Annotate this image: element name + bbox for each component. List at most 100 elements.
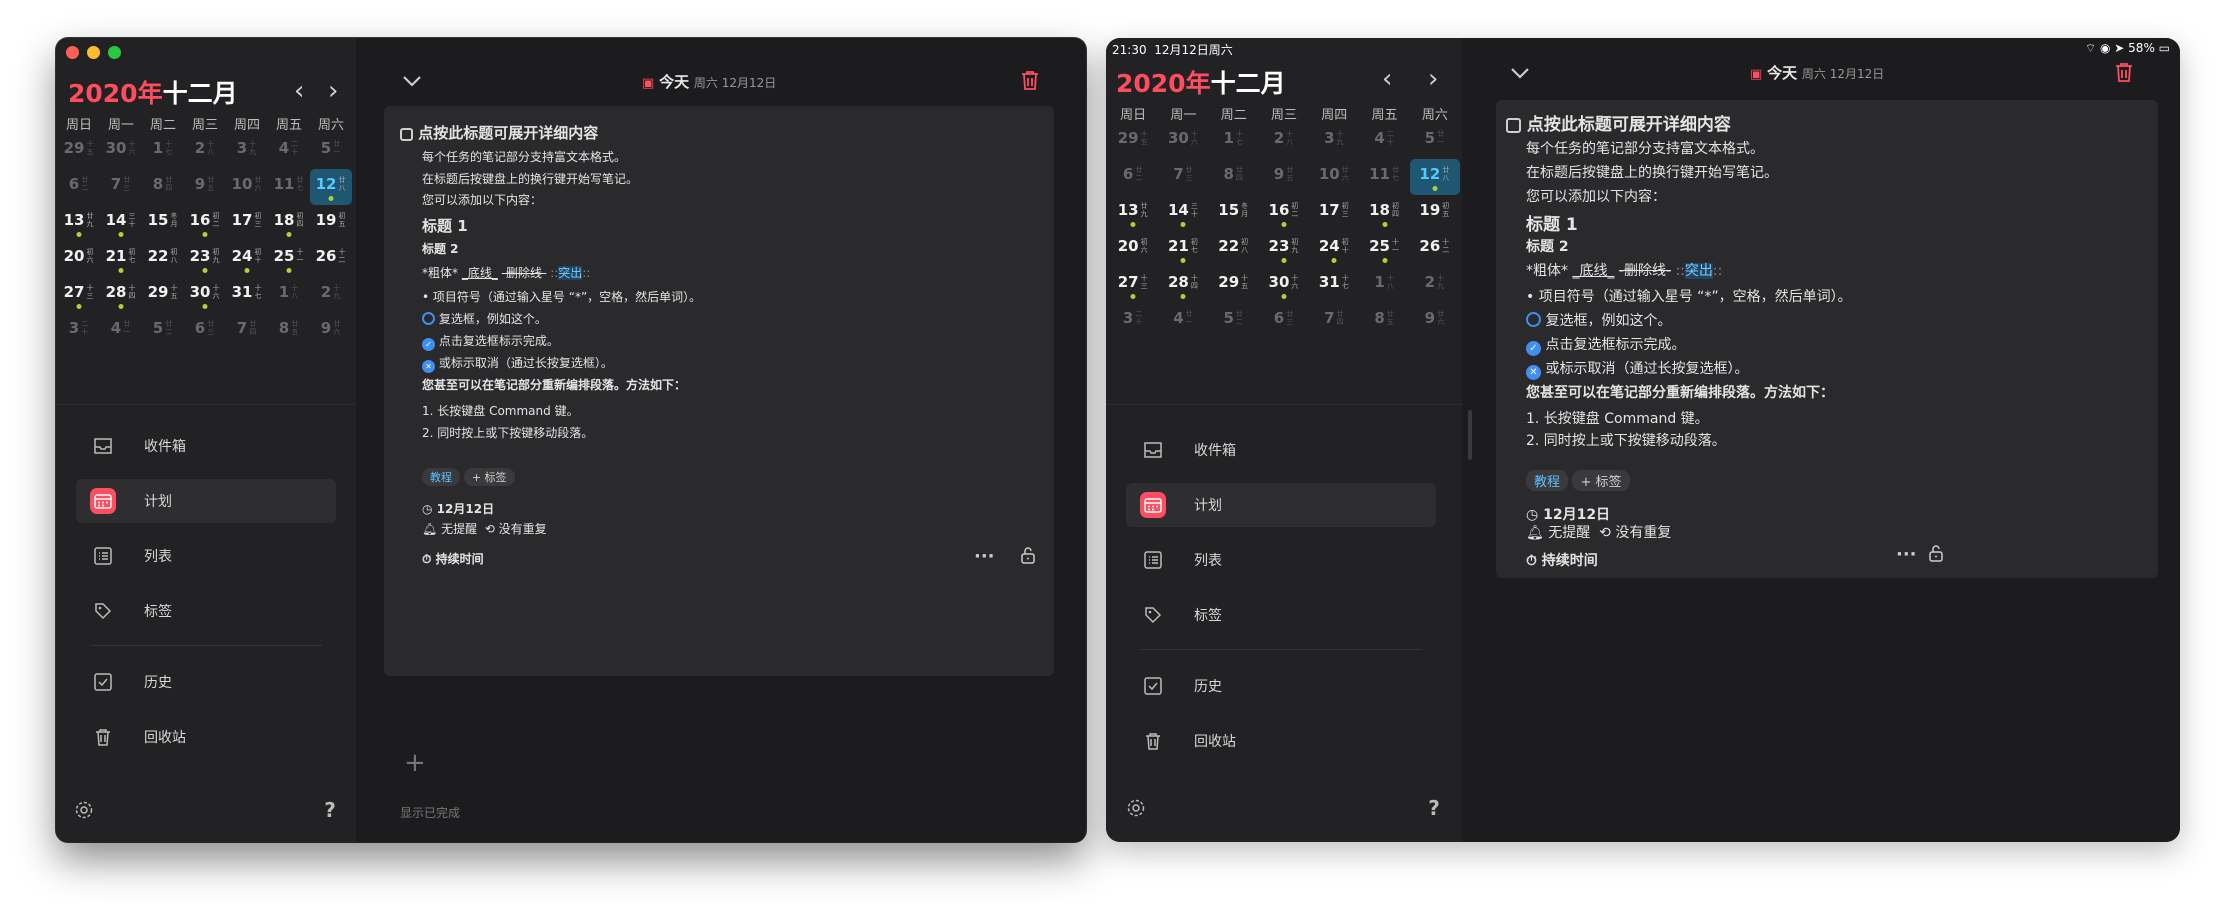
calendar-day-today[interactable]: 12 廿八	[310, 169, 352, 205]
calendar-day[interactable]: 6 廿三	[1259, 303, 1309, 339]
calendar-day[interactable]: 3 二十	[1108, 303, 1158, 339]
calendar-day[interactable]: 20 初六	[1108, 231, 1158, 267]
checkbox-done-icon[interactable]: ✓	[422, 338, 435, 351]
sidebar-item-plan[interactable]: 计划	[76, 479, 336, 523]
calendar-day[interactable]: 29 十五	[142, 277, 184, 313]
calendar-day[interactable]: 8 廿四	[142, 169, 184, 205]
calendar-day[interactable]: 5 廿一	[310, 133, 352, 169]
calendar-day[interactable]: 29 十五	[1209, 267, 1259, 303]
task-checkbox[interactable]	[1506, 118, 1521, 133]
checkbox-open-icon[interactable]	[1526, 312, 1541, 327]
tag-chip[interactable]: 教程	[422, 468, 460, 486]
calendar-day[interactable]: 9 廿五	[1259, 159, 1309, 195]
more-icon[interactable]: ···	[974, 546, 995, 567]
calendar-day[interactable]: 26 十二	[310, 241, 352, 277]
task-card[interactable]: 点按此标题可展开详细内容 每个任务的笔记部分支持富文本格式。 在标题后按键盘上的…	[384, 106, 1054, 676]
calendar-day[interactable]: 24 初十	[1309, 231, 1359, 267]
calendar-day[interactable]: 6 廿三	[184, 313, 226, 349]
calendar-day[interactable]: 27 十三	[58, 277, 100, 313]
next-month-button[interactable]: ›	[1428, 66, 1438, 92]
calendar-day[interactable]: 30 十六	[1158, 123, 1208, 159]
calendar-day[interactable]: 26 十二	[1410, 231, 1460, 267]
calendar-day[interactable]: 7 廿三	[100, 169, 142, 205]
calendar-day[interactable]: 21 初七	[1158, 231, 1208, 267]
sidebar-item-trash[interactable]: 回收站	[1126, 719, 1436, 763]
calendar-day[interactable]: 31 十七	[226, 277, 268, 313]
task-checkbox[interactable]	[400, 128, 413, 141]
add-tag-button[interactable]: + 标签	[463, 468, 515, 486]
calendar-day[interactable]: 18 初四	[268, 205, 310, 241]
calendar-day[interactable]: 30 十六	[184, 277, 226, 313]
checkbox-done-icon[interactable]: ✓	[1526, 341, 1541, 356]
delete-icon[interactable]	[2112, 60, 2136, 84]
calendar-day[interactable]: 24 初十	[226, 241, 268, 277]
calendar-day[interactable]: 30 十六	[100, 133, 142, 169]
sidebar-item-history[interactable]: 历史	[1126, 664, 1436, 708]
sidebar-item-plan[interactable]: 计划	[1126, 483, 1436, 527]
calendar-day[interactable]: 2 十八	[184, 133, 226, 169]
calendar-day[interactable]: 17 初三	[1309, 195, 1359, 231]
calendar-day[interactable]: 17 初三	[226, 205, 268, 241]
calendar-day[interactable]: 10 廿六	[226, 169, 268, 205]
calendar-day[interactable]: 16 初二	[1259, 195, 1309, 231]
calendar-day[interactable]: 22 初八	[1209, 231, 1259, 267]
next-month-button[interactable]: ›	[328, 78, 338, 104]
calendar-day[interactable]: 8 廿五	[268, 313, 310, 349]
calendar-day[interactable]: 2 十九	[1410, 267, 1460, 303]
repeat-button[interactable]: 没有重复	[499, 522, 547, 536]
prev-month-button[interactable]: ‹	[294, 78, 304, 104]
calendar-day[interactable]: 15 冬月	[142, 205, 184, 241]
calendar-day[interactable]: 5 廿二	[1209, 303, 1259, 339]
checkbox-cancel-icon[interactable]: ✕	[1526, 365, 1541, 380]
minimize-window-button[interactable]	[87, 46, 100, 59]
calendar-day[interactable]: 14 三十	[100, 205, 142, 241]
reminder-button[interactable]: 无提醒	[1548, 525, 1590, 541]
due-date[interactable]: ◷ 12月12日	[1526, 504, 1610, 524]
show-completed-button[interactable]: 显示已完成	[400, 804, 460, 821]
calendar-day[interactable]: 8 廿四	[1209, 159, 1259, 195]
reminder-button[interactable]: 无提醒	[441, 522, 477, 536]
calendar-day[interactable]: 19 初五	[310, 205, 352, 241]
calendar-day[interactable]: 11 廿七	[268, 169, 310, 205]
calendar-day[interactable]: 23 初九	[1259, 231, 1309, 267]
duration-row[interactable]: ⏱︎ 持续时间	[1526, 550, 1598, 570]
checkbox-open-icon[interactable]	[422, 312, 435, 325]
sidebar-item-tags[interactable]: 标签	[1126, 593, 1436, 637]
chevron-down-icon[interactable]	[1508, 64, 1532, 82]
calendar-day[interactable]: 28 十四	[1158, 267, 1208, 303]
plus-icon[interactable]: +	[404, 748, 426, 778]
calendar-day[interactable]: 6 廿二	[1108, 159, 1158, 195]
sidebar-item-list[interactable]: 列表	[76, 534, 336, 578]
add-tag-button[interactable]: + 标签	[1572, 470, 1630, 491]
calendar-day[interactable]: 21 初七	[100, 241, 142, 277]
calendar-day[interactable]: 20 初六	[58, 241, 100, 277]
calendar-day[interactable]: 18 初四	[1359, 195, 1409, 231]
tag-chip[interactable]: 教程	[1526, 470, 1569, 491]
calendar-day-today[interactable]: 12 廿八	[1409, 159, 1460, 195]
lock-icon[interactable]	[1020, 546, 1036, 567]
calendar-day[interactable]: 4 廿一	[100, 313, 142, 349]
calendar-day[interactable]: 1 十七	[142, 133, 184, 169]
sidebar-item-inbox[interactable]: 收件箱	[76, 424, 336, 468]
calendar-day[interactable]: 4 二十	[1359, 123, 1409, 159]
help-icon[interactable]: ?	[318, 798, 342, 822]
calendar-day[interactable]: 27 十三	[1108, 267, 1158, 303]
calendar-day[interactable]: 1 十七	[1209, 123, 1259, 159]
sidebar-item-tags[interactable]: 标签	[76, 589, 336, 633]
calendar-day[interactable]: 10 廿六	[1309, 159, 1359, 195]
sidebar-item-inbox[interactable]: 收件箱	[1126, 428, 1436, 472]
calendar-day[interactable]: 28 十四	[100, 277, 142, 313]
duration-row[interactable]: ⏱︎ 持续时间	[422, 550, 484, 567]
calendar-day[interactable]: 7 廿三	[1158, 159, 1208, 195]
calendar-day[interactable]: 30 十六	[1259, 267, 1309, 303]
calendar-day[interactable]: 7 廿四	[1309, 303, 1359, 339]
task-title[interactable]: 点按此标题可展开详细内容	[1506, 110, 1731, 135]
calendar-day[interactable]: 31 十七	[1309, 267, 1359, 303]
lock-icon[interactable]	[1928, 544, 1944, 566]
calendar-day[interactable]: 3 十九	[226, 133, 268, 169]
calendar-day[interactable]: 9 廿五	[184, 169, 226, 205]
task-card[interactable]: 点按此标题可展开详细内容 每个任务的笔记部分支持富文本格式。 在标题后按键盘上的…	[1496, 100, 2158, 578]
calendar-day[interactable]: 7 廿四	[226, 313, 268, 349]
settings-icon[interactable]	[72, 798, 96, 822]
sidebar-item-history[interactable]: 历史	[76, 660, 336, 704]
